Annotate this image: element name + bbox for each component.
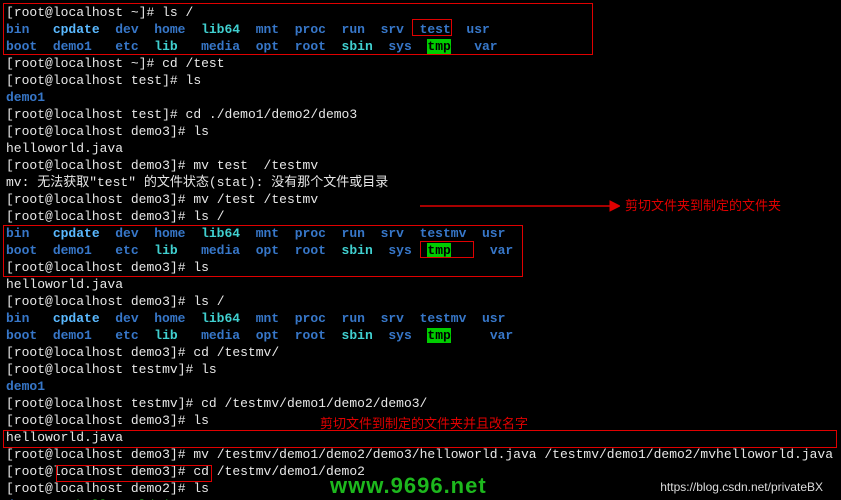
ls-row: bin cpdate dev home lib64 mnt proc run s… xyxy=(6,225,835,242)
terminal-line: [root@localhost ~]# cd /test xyxy=(6,55,835,72)
annotation-text: 剪切文件夹到制定的文件夹 xyxy=(625,197,781,214)
arrow-icon xyxy=(420,200,620,212)
terminal-line: [root@localhost testmv]# cd /testmv/demo… xyxy=(6,395,835,412)
terminal-line: [root@localhost test]# ls xyxy=(6,72,835,89)
prompt-user: root xyxy=(14,5,45,20)
cmd: ls / xyxy=(162,5,193,20)
terminal-line: [root@localhost demo3]# mv test /testmv xyxy=(6,157,835,174)
terminal-line: [root@localhost testmv]# ls xyxy=(6,361,835,378)
terminal-window[interactable]: [root@localhost ~]# ls / bin cpdate dev … xyxy=(0,0,841,500)
ls-row: bin cpdate dev home lib64 mnt proc run s… xyxy=(6,310,835,327)
output: helloworld.java xyxy=(6,140,835,157)
watermark-text: https://blog.csdn.net/privateBX xyxy=(660,479,823,496)
ls-row: boot demo1 etc lib media opt root sbin s… xyxy=(6,38,835,55)
ls-row: boot demo1 etc lib media opt root sbin s… xyxy=(6,242,835,259)
prompt-host: localhost xyxy=(53,5,123,20)
watermark-logo: www.9696.net xyxy=(330,477,487,494)
output: demo1 xyxy=(6,89,835,106)
ls-row: boot demo1 etc lib media opt root sbin s… xyxy=(6,327,835,344)
output: demo1 xyxy=(6,378,835,395)
terminal-line: [root@localhost ~]# ls / xyxy=(6,4,835,21)
terminal-line: [root@localhost demo3]# ls / xyxy=(6,293,835,310)
output: helloworld.java xyxy=(6,276,835,293)
terminal-line: [root@localhost demo3]# ls xyxy=(6,123,835,140)
terminal-line: [root@localhost demo3]# cd /testmv/ xyxy=(6,344,835,361)
terminal-line: [root@localhost test]# cd ./demo1/demo2/… xyxy=(6,106,835,123)
terminal-line: [root@localhost demo3]# mv /testmv/demo1… xyxy=(6,446,835,463)
ls-row: bin cpdate dev home lib64 mnt proc run s… xyxy=(6,21,835,38)
annotation-text: 剪切文件到制定的文件夹并且改名字 xyxy=(320,415,528,432)
terminal-line: [root@localhost demo3]# ls xyxy=(6,259,835,276)
error-output: mv: 无法获取"test" 的文件状态(stat): 没有那个文件或目录 xyxy=(6,174,835,191)
